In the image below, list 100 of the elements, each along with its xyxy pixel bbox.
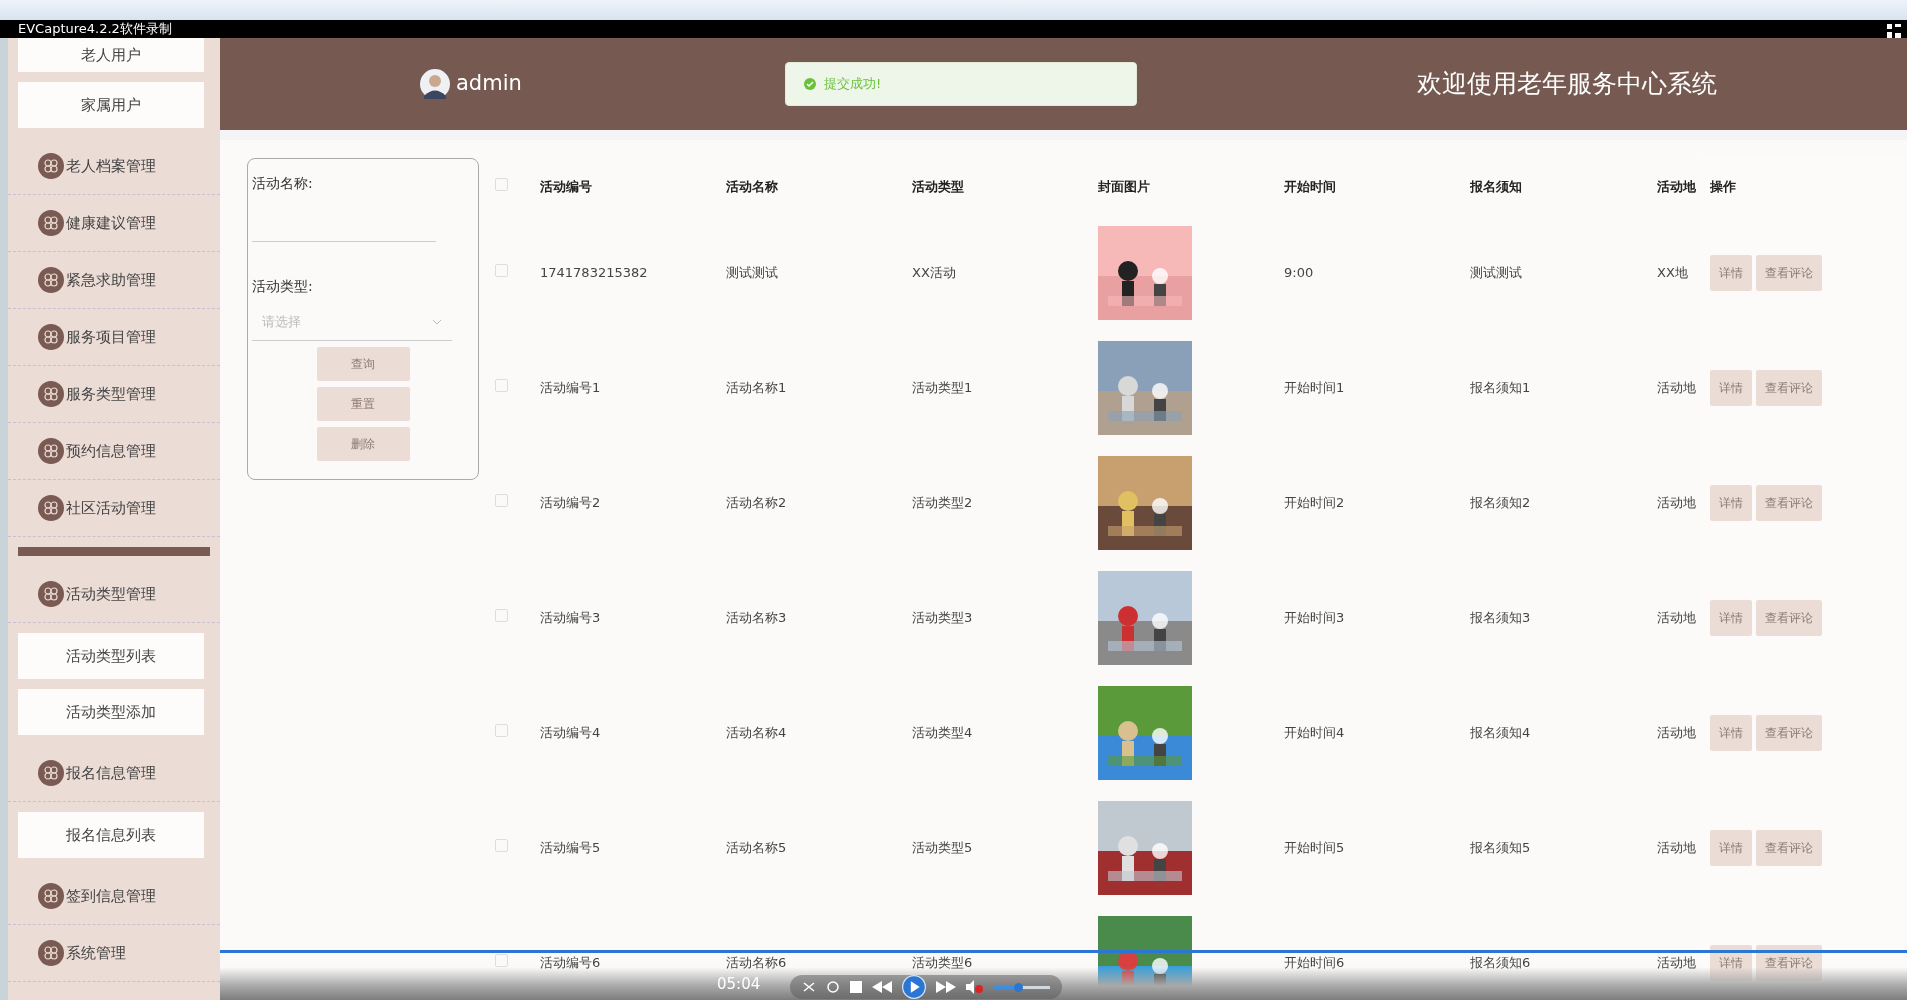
table-cell: XX地 — [1657, 264, 1688, 280]
clover-icon — [38, 381, 64, 407]
action-button[interactable]: 详情 — [1710, 254, 1752, 291]
checkbox[interactable] — [495, 608, 508, 622]
action-button[interactable]: 查看评论 — [1756, 599, 1822, 636]
table-cell: 开始时间5 — [1284, 839, 1345, 855]
action-button[interactable]: 查看评论 — [1756, 714, 1822, 751]
checkbox[interactable] — [495, 177, 508, 191]
checkbox[interactable] — [495, 953, 508, 967]
menu-item[interactable]: 社区活动管理 — [8, 480, 220, 537]
table-cell: 活动编号5 — [540, 839, 601, 855]
table-cell: 活动名称5 — [726, 839, 787, 855]
menu-item[interactable]: 健康建议管理 — [8, 195, 220, 252]
action-button[interactable]: 查看评论 — [1756, 944, 1822, 981]
table-cell: 开始时间1 — [1284, 379, 1345, 395]
play-icon[interactable] — [902, 975, 927, 999]
column-header: 活动名称 — [726, 158, 912, 215]
table-cell: 活动编号6 — [540, 954, 601, 970]
table-cell: 活动类型5 — [912, 839, 973, 855]
table-cell: 开始时间3 — [1284, 609, 1345, 625]
column-header: 开始时间 — [1284, 158, 1470, 215]
select-field[interactable]: 请选择 — [252, 303, 452, 341]
table-cell: 报名须知6 — [1470, 954, 1531, 970]
menu-item[interactable]: 紧急求助管理 — [8, 252, 220, 309]
column-header: 操作 — [1700, 158, 1906, 215]
field-label: 活动类型: — [252, 277, 314, 296]
action-button[interactable]: 查看评论 — [1756, 369, 1822, 406]
clover-icon — [38, 883, 64, 909]
table-cell: 活动类型4 — [912, 724, 973, 740]
submenu-item[interactable]: 活动类型列表 — [18, 633, 204, 679]
table-cell: 活动地 — [1657, 954, 1696, 970]
menu-item[interactable]: 签到信息管理 — [8, 868, 220, 925]
rewind-icon[interactable] — [872, 981, 893, 993]
table-cell: 活动名称2 — [726, 494, 787, 510]
action-button[interactable]: 查看评论 — [1756, 829, 1822, 866]
table-cell: 活动地 — [1657, 494, 1696, 510]
checkbox[interactable] — [495, 378, 508, 392]
stop-icon[interactable] — [850, 981, 863, 993]
menu-item[interactable]: 系统管理 — [8, 925, 220, 982]
checkbox[interactable] — [495, 263, 508, 277]
table-cell: 开始时间6 — [1284, 954, 1345, 970]
action-button[interactable]: 查看评论 — [1756, 484, 1822, 521]
checkbox[interactable] — [495, 838, 508, 852]
checkbox[interactable] — [495, 493, 508, 507]
clover-icon — [38, 153, 64, 179]
clover-icon — [38, 210, 64, 236]
filter-button[interactable]: 重置 — [316, 387, 410, 421]
table-cell: 活动类型6 — [912, 954, 973, 970]
table-cell: 开始时间2 — [1284, 494, 1345, 510]
menu-item[interactable]: 活动类型管理 — [8, 566, 220, 623]
clover-icon — [38, 324, 64, 350]
column-header: 活动编号 — [540, 158, 726, 215]
field-label: 活动名称: — [252, 174, 314, 193]
clover-icon — [38, 581, 64, 607]
action-button[interactable]: 详情 — [1710, 944, 1752, 981]
menu-item[interactable]: 预约信息管理 — [8, 423, 220, 480]
table-cell: 活动类型3 — [912, 609, 973, 625]
submenu-item[interactable]: 家属用户 — [18, 82, 204, 128]
submenu-item[interactable]: 老人用户 — [18, 38, 204, 72]
filter-button[interactable]: 删除 — [316, 427, 410, 461]
table-cell: 活动地 — [1657, 724, 1696, 740]
repeat-icon[interactable] — [826, 980, 841, 994]
mute-icon[interactable] — [966, 980, 985, 994]
table-cell: 报名须知4 — [1470, 724, 1531, 740]
action-button[interactable]: 查看评论 — [1756, 254, 1822, 291]
clover-icon — [38, 760, 64, 786]
action-button[interactable]: 详情 — [1710, 599, 1752, 636]
column-header: 报名须知 — [1470, 158, 1657, 215]
chevron-down-icon — [432, 318, 442, 325]
shuffle-icon[interactable] — [802, 980, 817, 994]
table-cell: 活动编号1 — [540, 379, 601, 395]
action-button[interactable]: 详情 — [1710, 369, 1752, 406]
submenu-item[interactable]: 活动类型添加 — [18, 689, 204, 735]
checkbox[interactable] — [495, 723, 508, 737]
table-cell: 活动名称1 — [726, 379, 787, 395]
action-button[interactable]: 详情 — [1710, 714, 1752, 751]
action-button[interactable]: 详情 — [1710, 484, 1752, 521]
menu-item[interactable]: 服务项目管理 — [8, 309, 220, 366]
table-cell: 活动地 — [1657, 609, 1696, 625]
avatar-icon — [420, 69, 450, 99]
check-circle-icon — [804, 78, 816, 90]
submenu-item[interactable]: 报名信息列表 — [18, 812, 204, 858]
table-cell: 测试测试 — [1470, 264, 1522, 280]
system-title: 欢迎使用老年服务中心系统 — [1417, 68, 1717, 101]
table-cell: 活动编号3 — [540, 609, 601, 625]
table-cell: 活动地 — [1657, 839, 1696, 855]
toast-message: 提交成功! — [824, 75, 882, 94]
menu-item[interactable]: 报名信息管理 — [8, 745, 220, 802]
clover-icon — [38, 438, 64, 464]
recorder-bar: EVCapture4.2.2软件录制 — [0, 20, 1907, 38]
column-header: 封面图片 — [1098, 158, 1284, 215]
table-cell: 活动名称6 — [726, 954, 787, 970]
menu-item[interactable]: 服务类型管理 — [8, 366, 220, 423]
action-button[interactable]: 详情 — [1710, 829, 1752, 866]
menu-item[interactable]: 老人档案管理 — [8, 138, 220, 195]
fullscreen-icon[interactable] — [1887, 24, 1901, 38]
table-cell: 报名须知5 — [1470, 839, 1531, 855]
table-cell: 9:00 — [1284, 264, 1314, 280]
filter-button[interactable]: 查询 — [316, 347, 410, 381]
fast-forward-icon[interactable] — [936, 981, 957, 993]
